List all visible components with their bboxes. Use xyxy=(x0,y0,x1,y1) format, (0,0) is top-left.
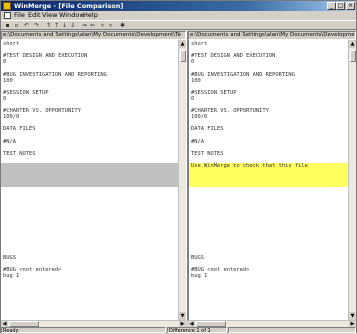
first-diff-icon[interactable]: ⇑ xyxy=(45,22,52,29)
scroll-down-icon[interactable]: ▼ xyxy=(179,312,186,320)
right-text-line: 100 xyxy=(191,77,201,84)
right-text-line: #CHARTER VS. OPPORTUNITY xyxy=(191,108,269,115)
left-text-line: #TEST DESIGN AND EXECUTION xyxy=(3,53,88,60)
right-text-line: #BUG INVESTIGATION AND REPORTING xyxy=(191,71,295,78)
left-text-line: #CHARTER VS. OPPORTUNITY xyxy=(3,108,81,115)
title-bar[interactable]: WinMerge - [File Comparison] _ □ × xyxy=(1,1,356,11)
toolbar: ▪ ▫ ↶ ↷ ⇑ ↑ ↓ ⇓ ⇒ ⇐ » « ✱ xyxy=(1,20,356,30)
right-horizontal-scrollbar[interactable]: ◀ ▶ xyxy=(188,320,356,327)
left-diff-highlight[interactable] xyxy=(1,163,178,188)
close-button[interactable]: × xyxy=(346,2,355,10)
copy-left-icon[interactable]: ⇐ xyxy=(89,22,96,29)
left-text-line: bug 1 xyxy=(3,272,20,279)
right-text-line: 100/0 xyxy=(191,114,208,121)
scroll-down-icon[interactable]: ▼ xyxy=(349,312,356,320)
right-text-line: DATA FILES xyxy=(191,126,224,133)
prev-diff-icon[interactable]: ↑ xyxy=(53,22,60,29)
minimize-button[interactable]: _ xyxy=(327,2,336,10)
status-bar: Ready Difference 1 of 1 xyxy=(1,327,356,334)
refresh-icon[interactable]: ✱ xyxy=(119,22,126,29)
left-text-line: BUGS xyxy=(3,254,16,261)
menu-view[interactable]: View xyxy=(42,11,57,20)
right-text-line: Use WinMerge to check that this file xyxy=(191,163,308,169)
copy-all-right-icon[interactable]: » xyxy=(99,22,106,29)
right-path-bar: e:\Documents and Settings\alan\My Docume… xyxy=(188,31,356,40)
menu-bar: File Edit View Window Help xyxy=(1,11,356,20)
right-text-line: #BUG <not entered> xyxy=(191,266,250,273)
undo-icon[interactable]: ↶ xyxy=(23,22,30,29)
left-text-line: #BUG <not entered> xyxy=(3,266,62,273)
left-text-line: 100 xyxy=(3,77,13,84)
open-icon[interactable]: ▫ xyxy=(13,22,20,29)
window-title: WinMerge - [File Comparison] xyxy=(14,2,124,10)
right-scroll-thumb[interactable] xyxy=(350,50,356,62)
right-text-line: BUGS xyxy=(191,254,204,261)
maximize-button[interactable]: □ xyxy=(336,2,345,10)
copy-all-left-icon[interactable]: « xyxy=(107,22,114,29)
left-text-line: #SESSION SETUP xyxy=(3,89,49,96)
copy-right-icon[interactable]: ⇒ xyxy=(81,22,88,29)
status-diff-count: Difference 1 of 1 xyxy=(167,327,227,334)
menu-window[interactable]: Window xyxy=(59,11,85,20)
status-left: Ready xyxy=(1,327,166,334)
last-diff-icon[interactable]: ⇓ xyxy=(69,22,76,29)
left-text-line: short xyxy=(3,41,20,47)
right-text-line: 0 xyxy=(191,59,195,66)
left-text-pane[interactable]: short #TEST DESIGN AND EXECUTION 0 #BUG INV… xyxy=(1,40,178,320)
right-text-line: short xyxy=(191,41,208,47)
right-text-pane[interactable]: short #TEST DESIGN AND EXECUTION 0 #BUG INV… xyxy=(188,40,348,320)
left-horizontal-scrollbar[interactable]: ◀ ▶ xyxy=(1,320,186,327)
left-path-bar: e:\Documents and Settings\alan\My Docume… xyxy=(1,31,186,40)
left-vertical-scrollbar[interactable]: ▲ ▼ xyxy=(178,40,186,320)
right-text-line: #TEST DESIGN AND EXECUTION xyxy=(191,53,276,60)
right-vertical-scrollbar[interactable]: ▲ ▼ xyxy=(348,40,356,320)
right-text-line: 0 xyxy=(191,95,195,102)
status-empty xyxy=(228,327,356,333)
left-text-line: TEST NOTES xyxy=(3,150,36,157)
winmerge-icon xyxy=(3,2,11,10)
scroll-up-icon[interactable]: ▲ xyxy=(349,40,356,48)
menu-file[interactable]: File xyxy=(14,11,25,20)
left-text-line: #N/A xyxy=(3,138,16,145)
left-text-line: DATA FILES xyxy=(3,126,36,133)
left-text-line: #BUG INVESTIGATION AND REPORTING xyxy=(3,71,107,78)
right-text-line: bug 1 xyxy=(191,272,208,279)
left-text-line: 0 xyxy=(3,59,7,66)
right-text-line: #SESSION SETUP xyxy=(191,89,237,96)
right-text-line: #N/A xyxy=(191,138,204,145)
next-diff-icon[interactable]: ↓ xyxy=(61,22,68,29)
left-text-line: 100/0 xyxy=(3,114,20,121)
menu-edit[interactable]: Edit xyxy=(28,11,41,20)
right-text-line: TEST NOTES xyxy=(191,150,224,157)
scroll-up-icon[interactable]: ▲ xyxy=(179,40,186,48)
winmerge-window: WinMerge - [File Comparison] _ □ × File … xyxy=(0,0,357,334)
redo-icon[interactable]: ↷ xyxy=(33,22,40,29)
left-text-line: 0 xyxy=(3,95,7,102)
document-icon xyxy=(4,12,11,19)
menu-help[interactable]: Help xyxy=(83,11,98,20)
save-icon[interactable]: ▪ xyxy=(4,22,11,29)
